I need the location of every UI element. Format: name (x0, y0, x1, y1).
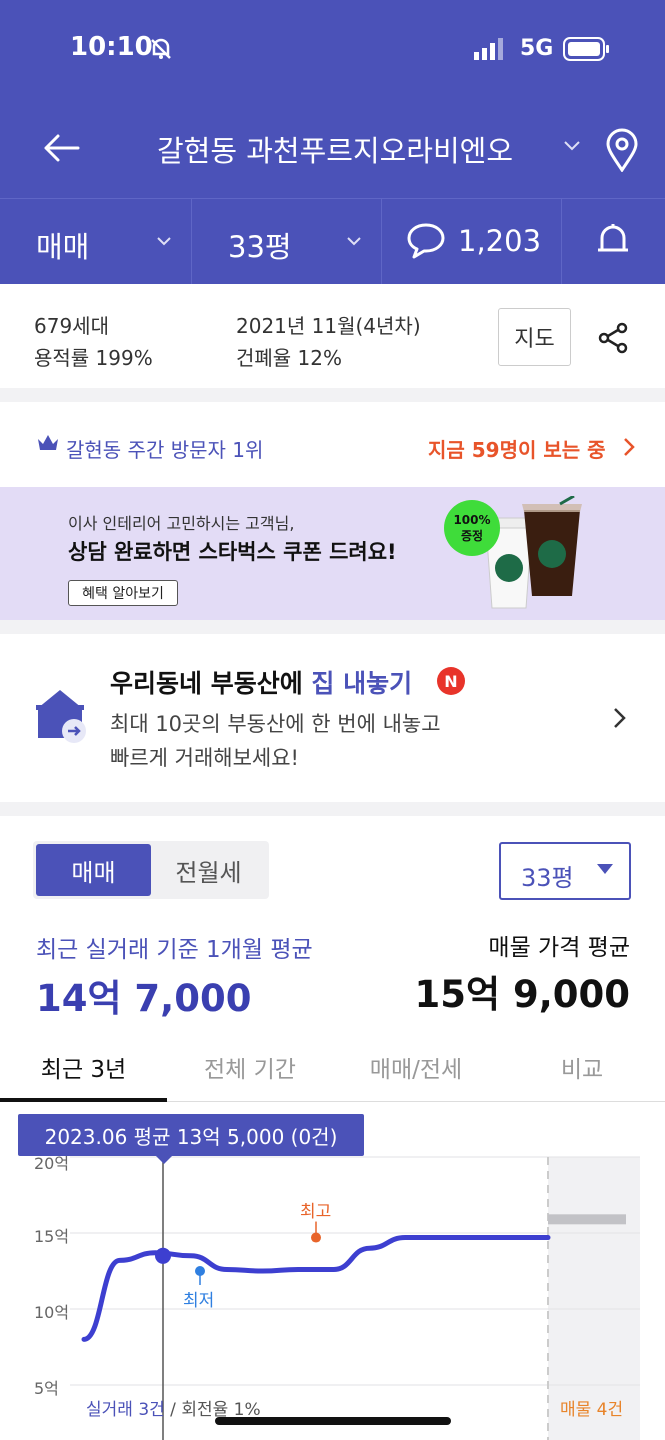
high-label: 최고 (300, 1202, 332, 1222)
completion-date: 2021년 11월(4년차) (236, 314, 421, 338)
divider (191, 198, 192, 284)
caret-down-icon (597, 864, 613, 874)
chevron-down-icon[interactable] (156, 236, 172, 246)
deal-count: 실거래 3건 (86, 1400, 165, 1420)
high-point (311, 1232, 321, 1243)
section-gap (0, 620, 665, 634)
visitor-rank[interactable]: 갈현동 주간 방문자 1위 (66, 434, 263, 463)
gift-badge: 100% 증정 (444, 500, 500, 556)
size-dropdown-label: 33평 (521, 864, 574, 892)
complex-title[interactable]: 갈현동 과천푸르지오라비엔오 (150, 128, 520, 170)
benefit-button[interactable]: 혜택 알아보기 (68, 580, 178, 606)
tooltip-pointer (155, 1155, 173, 1164)
households: 679세대 (34, 314, 109, 338)
badge-line1: 100% (453, 512, 491, 527)
avg-label: 최근 실거래 기준 1개월 평균 (36, 937, 313, 963)
comment-count[interactable]: 1,203 (458, 224, 541, 258)
selected-point (155, 1247, 171, 1264)
tab-compare[interactable]: 비교 (499, 1050, 665, 1084)
chevron-right-icon[interactable] (622, 437, 636, 457)
title-prefix: 우리동네 부동산에 (110, 669, 312, 698)
section-gap (0, 388, 665, 402)
size-select[interactable]: 33평 (228, 224, 292, 266)
tab-all-period[interactable]: 전체 기간 (167, 1050, 333, 1084)
badge-line2: 증정 (460, 528, 484, 543)
y-tick-15: 15억 (34, 1227, 70, 1246)
share-icon[interactable] (598, 322, 630, 354)
y-tick-10: 10억 (34, 1303, 70, 1322)
status-time: 10:10 (70, 32, 153, 62)
segment-sale[interactable]: 매매 (36, 844, 151, 896)
price-line (81, 1235, 551, 1342)
location-pin-icon[interactable] (604, 128, 640, 172)
house-arrow-icon (36, 690, 86, 743)
new-badge: N (437, 667, 465, 695)
floor-area-ratio: 용적률 199% (34, 346, 153, 370)
bell-muted-icon (151, 38, 171, 59)
sell-listing-title[interactable]: 우리동네 부동산에 집 내놓기 (110, 664, 412, 700)
listing-label: 매물 가격 평균 (488, 935, 630, 961)
banner-line1: 이사 인테리어 고민하시는 고객님, (68, 514, 295, 533)
chart-tooltip: 2023.06 평균 13억 5,000 (0건) (18, 1114, 364, 1156)
chart-footer-listings: 매물 4건 (560, 1400, 624, 1420)
low-point (195, 1266, 205, 1276)
sell-desc-2: 빠르게 거래해보세요! (110, 746, 299, 770)
chevron-down-icon[interactable] (563, 140, 581, 152)
battery-icon (563, 37, 609, 61)
comment-icon[interactable] (406, 222, 446, 260)
signal-icon (474, 38, 503, 60)
map-button[interactable]: 지도 (498, 308, 571, 366)
back-arrow-icon[interactable] (42, 132, 80, 164)
bell-icon[interactable] (596, 222, 630, 260)
banner-line2: 상담 완료하면 스타벅스 쿠폰 드려요! (68, 540, 397, 564)
low-label: 최저 (183, 1291, 215, 1311)
listing-value: 15억 9,000 (414, 973, 630, 1016)
filter-bar (0, 198, 665, 284)
network-indicator: 5G (520, 36, 554, 61)
listing-price-bar (548, 1214, 626, 1225)
y-tick-5: 5억 (34, 1379, 59, 1398)
section-gap (0, 802, 665, 816)
deal-type-select[interactable]: 매매 (36, 224, 89, 266)
building-coverage: 건폐율 12% (236, 346, 343, 370)
avg-value: 14억 7,000 (36, 977, 252, 1020)
size-dropdown[interactable]: 33평 (499, 842, 631, 900)
sell-desc-1: 최대 10곳의 부동산에 한 번에 내놓고 (110, 712, 441, 736)
tab-recent-3y[interactable]: 최근 3년 (0, 1050, 167, 1084)
watching-now[interactable]: 지금 59명이 보는 중 (428, 434, 606, 463)
crown-icon (38, 435, 58, 450)
home-indicator (215, 1417, 451, 1425)
tab-sale-jeonse[interactable]: 매매/전세 (333, 1050, 499, 1084)
chevron-down-icon[interactable] (346, 236, 362, 246)
divider (561, 198, 562, 284)
segment-rent[interactable]: 전월세 (151, 844, 266, 896)
title-accent: 집 내놓기 (311, 669, 413, 698)
chevron-right-icon[interactable] (612, 706, 628, 730)
divider (381, 198, 382, 284)
